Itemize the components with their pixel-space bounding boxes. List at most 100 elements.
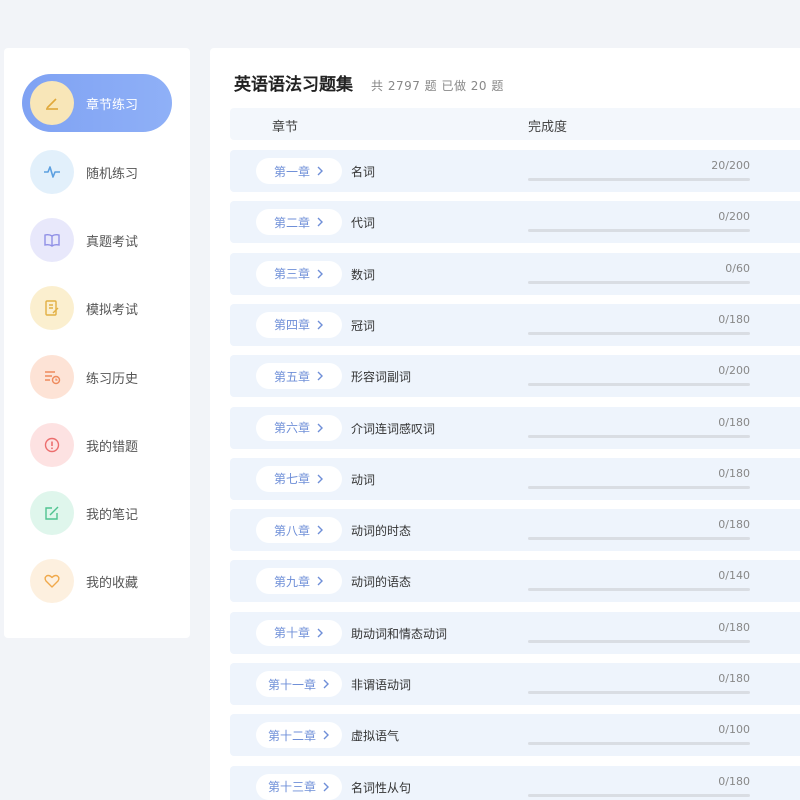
sidebar-item-label: 我的错题 — [86, 439, 139, 455]
chapter-name: 助动词和情态动词 — [351, 626, 448, 641]
page-title: 英语语法习题集 — [234, 75, 353, 95]
chapter-label: 第十一章 — [267, 677, 316, 692]
sidebar-item-wrong-questions[interactable]: 我的错题 — [22, 416, 172, 474]
heart-icon — [30, 559, 74, 603]
chevron-right-icon — [317, 525, 323, 535]
chapter-label: 第六章 — [273, 421, 310, 435]
progress-bar — [528, 742, 750, 746]
progress-count: 0/180 — [718, 466, 750, 480]
progress-count: 0/140 — [718, 569, 750, 583]
sidebar-item-chapter-practice[interactable]: 章节练习 — [22, 74, 172, 132]
main-panel: 英语语法习题集 共 2797 题 已做 20 题 章节 完成度 第一章 名词 20/… — [210, 48, 800, 800]
progress-count: 0/180 — [718, 518, 750, 532]
table-row[interactable]: 第十三章 名词性从句 0/180 — [230, 765, 800, 800]
table-row[interactable]: 第一章 名词 20/200 — [230, 150, 800, 192]
table-row[interactable]: 第十章 助动词和情态动词 0/180 — [230, 611, 800, 654]
progress-bar — [528, 229, 750, 233]
chapter-button[interactable]: 第六章 — [256, 414, 342, 441]
progress-count: 0/200 — [718, 210, 750, 224]
progress-bar — [528, 485, 750, 489]
chapter-name: 名词性从句 — [351, 780, 412, 795]
progress-bar — [528, 691, 750, 694]
sidebar-item-label: 我的收藏 — [86, 575, 139, 591]
progress-count: 0/100 — [718, 723, 750, 737]
table-row[interactable]: 第六章 介词连词感叹词 0/180 — [230, 406, 800, 449]
progress-count: 0/60 — [725, 261, 750, 275]
table-row[interactable]: 第八章 动词的时态 0/180 — [230, 509, 800, 552]
chapter-button[interactable]: 第五章 — [256, 363, 342, 390]
chapter-label: 第八章 — [273, 523, 310, 538]
chapter-label: 第十二章 — [267, 728, 316, 743]
sidebar: 章节练习 随机练习 真题考试 模拟考试 练习历史 我的错题 我的笔记 我的收藏 — [4, 48, 190, 638]
chapter-name: 名词 — [351, 165, 376, 179]
sidebar-item-label: 真题考试 — [86, 234, 139, 250]
chapter-label: 第九章 — [273, 574, 310, 589]
chapter-label: 第五章 — [273, 369, 310, 384]
progress-bar — [528, 537, 750, 541]
sidebar-item-my-notes[interactable]: 我的笔记 — [22, 484, 172, 542]
alert-icon — [30, 423, 74, 467]
chapter-name: 数词 — [351, 267, 376, 282]
table-row[interactable]: 第九章 动词的语态 0/140 — [230, 560, 800, 603]
chevron-right-icon — [323, 782, 329, 792]
sidebar-item-past-exam[interactable]: 真题考试 — [22, 211, 172, 269]
chevron-right-icon — [323, 730, 329, 740]
chevron-right-icon — [317, 423, 323, 432]
progress-bar — [528, 178, 750, 181]
chapter-button[interactable]: 第十一章 — [256, 671, 342, 697]
book-icon — [30, 218, 74, 262]
table-row[interactable]: 第七章 动词 0/180 — [230, 457, 800, 500]
progress-count: 0/180 — [718, 415, 750, 429]
chevron-right-icon — [317, 320, 323, 330]
column-header-progress: 完成度 — [528, 120, 568, 135]
history-icon — [30, 355, 74, 399]
chapter-button[interactable]: 第八章 — [256, 517, 342, 544]
sidebar-item-label: 我的笔记 — [86, 507, 139, 523]
progress-count: 0/180 — [718, 620, 750, 634]
chapter-label: 第十三章 — [267, 780, 316, 795]
table-row[interactable]: 第十二章 虚拟语气 0/100 — [230, 714, 800, 757]
chapter-button[interactable]: 第一章 — [256, 158, 342, 184]
chapter-button[interactable]: 第十三章 — [256, 773, 342, 800]
sidebar-item-mock-exam[interactable]: 模拟考试 — [22, 279, 172, 337]
question-stats: 共 2797 题 已做 20 题 — [371, 79, 504, 93]
progress-count: 0/180 — [718, 312, 750, 326]
sidebar-item-practice-history[interactable]: 练习历史 — [22, 348, 172, 406]
chapter-button[interactable]: 第十二章 — [256, 722, 342, 749]
chapter-button[interactable]: 第二章 — [256, 209, 342, 236]
table-row[interactable]: 第五章 形容词副词 0/200 — [230, 355, 800, 398]
chapter-label: 第二章 — [273, 215, 310, 230]
table-row[interactable]: 第三章 数词 0/60 — [230, 252, 800, 295]
chapter-name: 动词的时态 — [351, 524, 412, 539]
progress-bar — [528, 331, 750, 335]
chapter-label: 第十章 — [273, 626, 310, 641]
progress-count: 0/180 — [718, 774, 750, 788]
sidebar-item-favorites[interactable]: 我的收藏 — [22, 552, 172, 610]
pen-icon — [30, 81, 74, 125]
progress-count: 20/200 — [711, 159, 750, 172]
chevron-right-icon — [317, 166, 323, 176]
table-row[interactable]: 第十一章 非谓语动词 0/180 — [230, 663, 800, 705]
chevron-right-icon — [317, 371, 323, 381]
chapter-name: 虚拟语气 — [351, 729, 400, 744]
column-header-chapter: 章节 — [272, 120, 299, 135]
sidebar-item-label: 章节练习 — [86, 97, 139, 113]
chapter-button[interactable]: 第九章 — [256, 568, 342, 595]
edit-note-icon — [30, 491, 74, 535]
table-row[interactable]: 第四章 冠词 0/180 — [230, 303, 800, 346]
table-row[interactable]: 第二章 代词 0/200 — [230, 201, 800, 244]
chapter-button[interactable]: 第四章 — [256, 311, 342, 338]
progress-bar — [528, 434, 750, 438]
progress-count: 0/200 — [718, 364, 750, 378]
sidebar-item-random-practice[interactable]: 随机练习 — [22, 143, 172, 201]
chapter-button[interactable]: 第三章 — [256, 260, 342, 287]
chapter-label: 第三章 — [273, 267, 310, 282]
progress-bar — [528, 793, 750, 797]
chapter-button[interactable]: 第七章 — [256, 465, 342, 492]
chevron-right-icon — [317, 576, 323, 586]
note-icon — [30, 286, 74, 330]
sidebar-item-label: 模拟考试 — [86, 302, 139, 318]
chapter-button[interactable]: 第十章 — [256, 619, 342, 646]
chevron-right-icon — [317, 269, 323, 279]
progress-bar — [528, 383, 750, 387]
